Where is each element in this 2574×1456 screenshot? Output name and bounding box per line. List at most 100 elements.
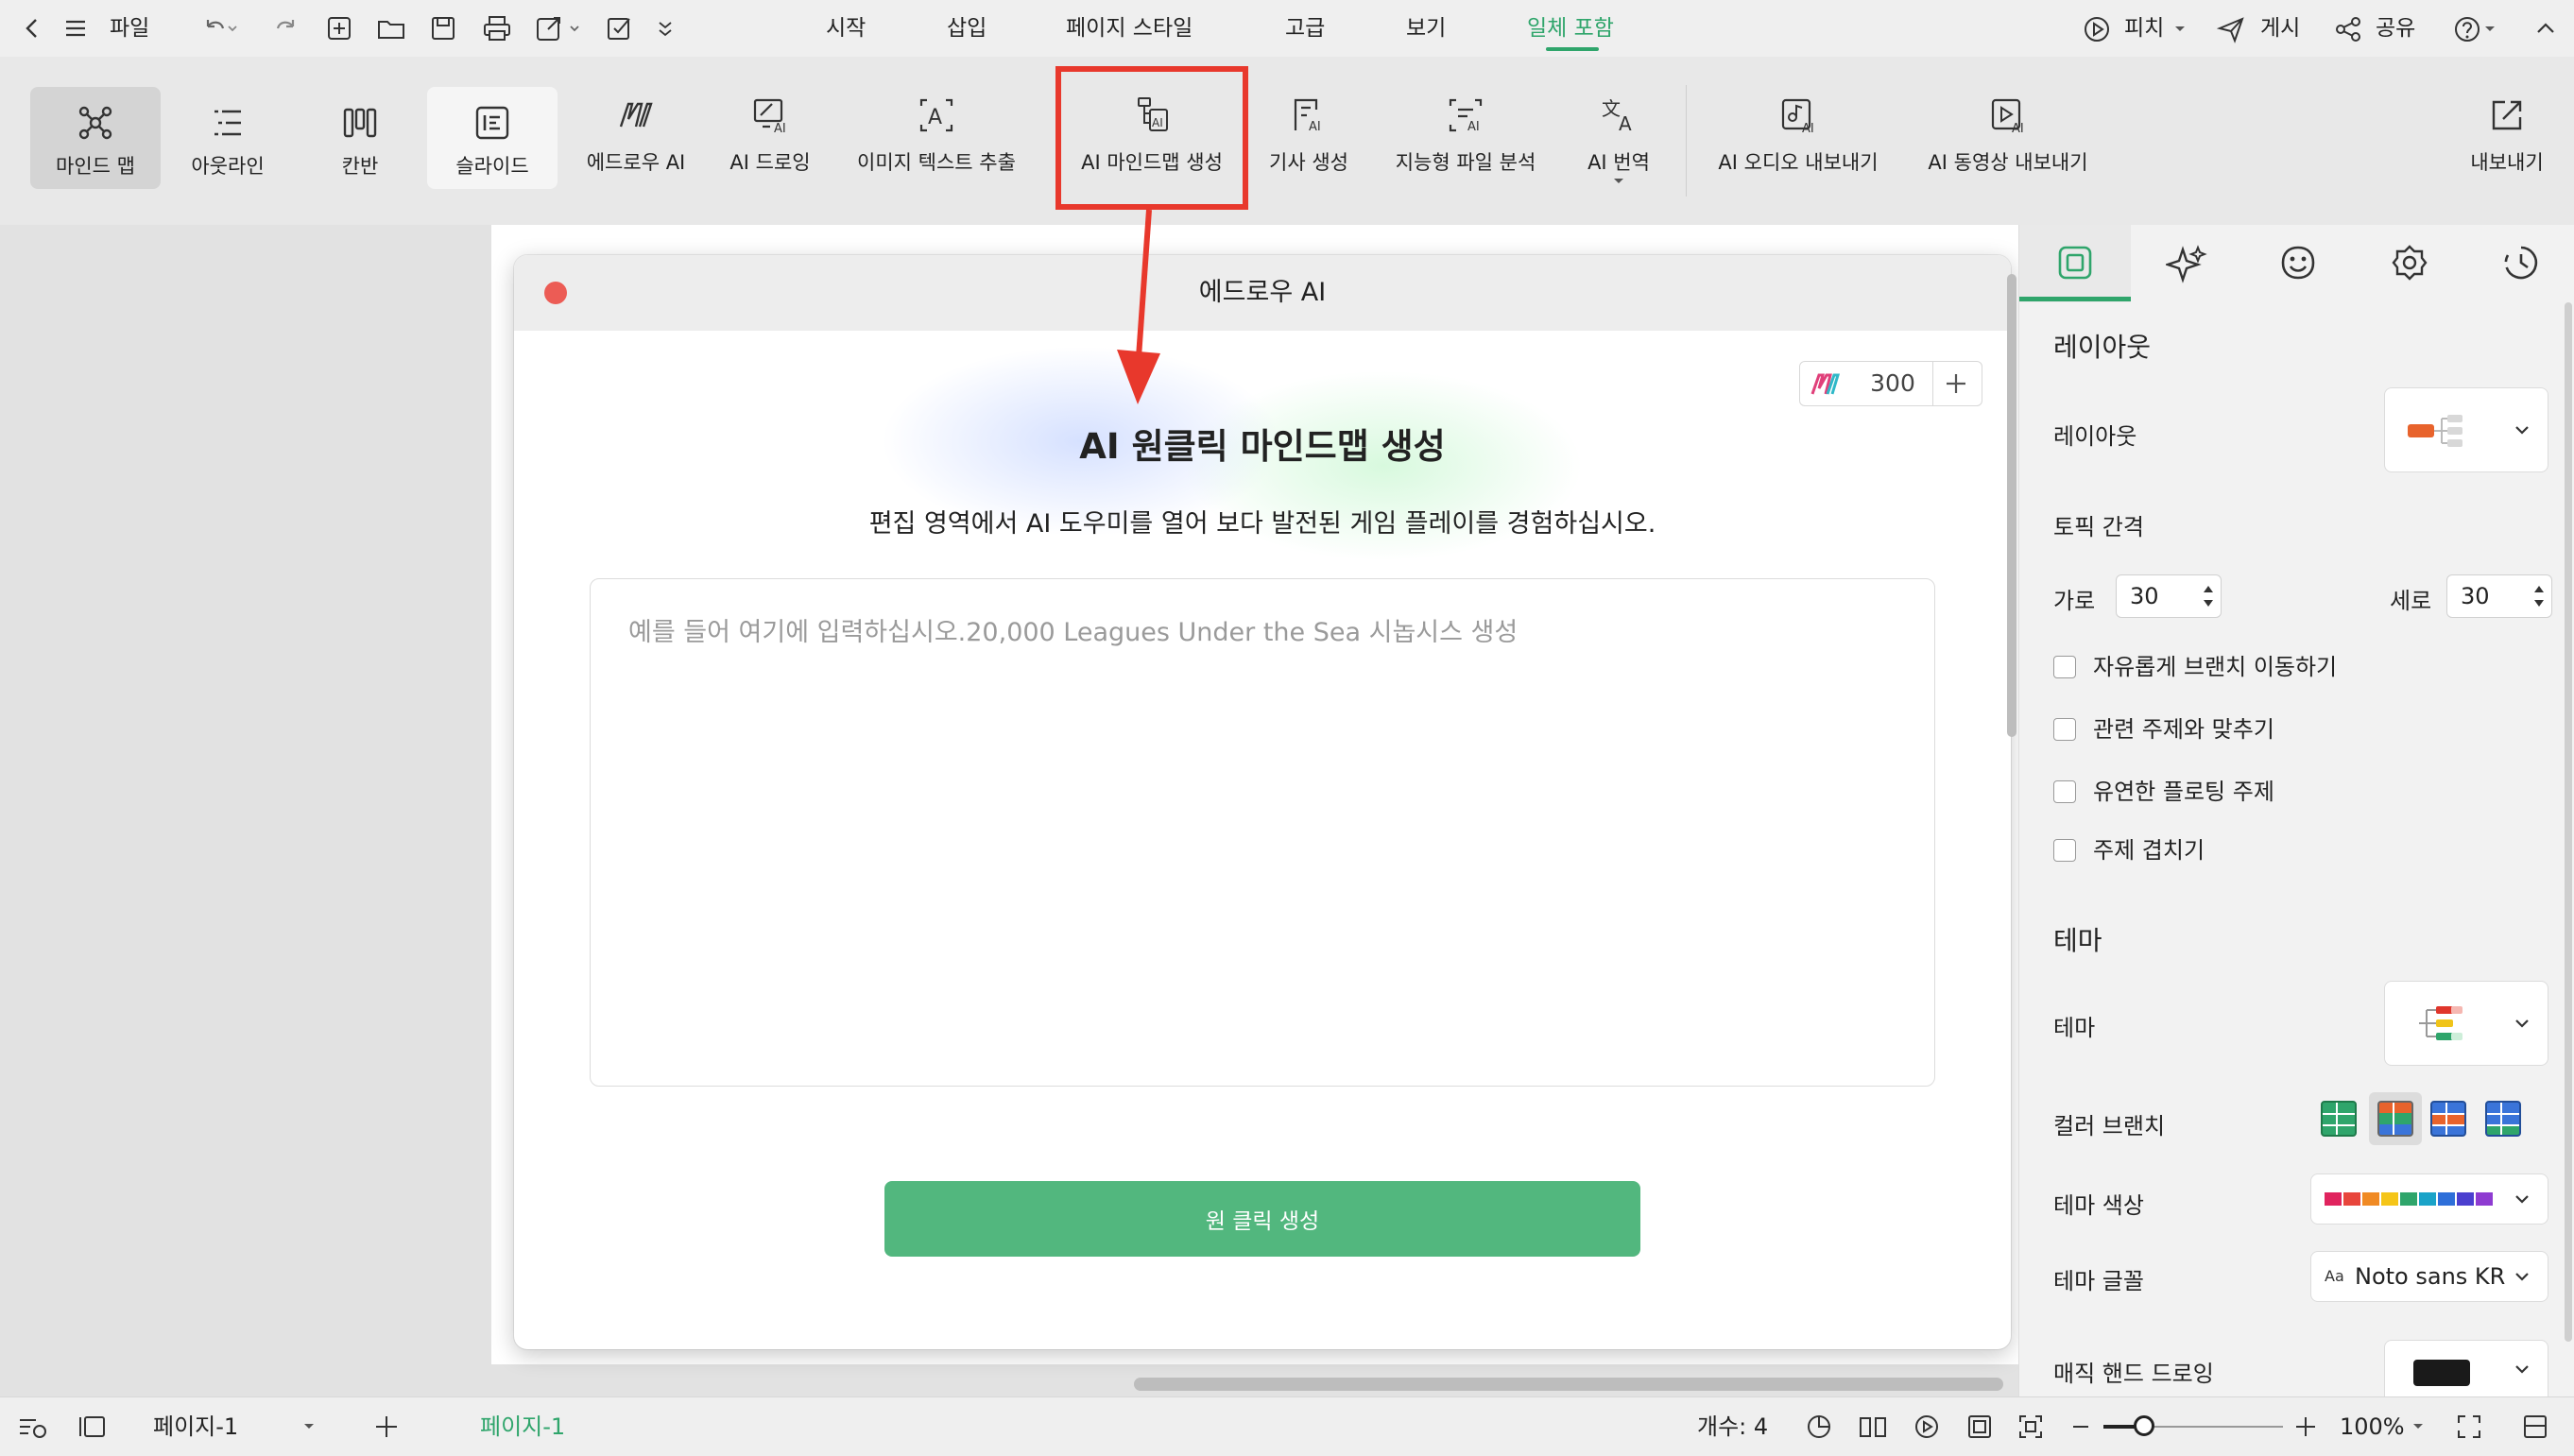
panel-toggle-icon[interactable] — [2521, 1413, 2549, 1441]
help-icon[interactable] — [2453, 15, 2498, 43]
zoom-out-icon[interactable] — [2069, 1413, 2092, 1441]
theme-swatch — [2419, 1192, 2436, 1206]
checkbox-box[interactable] — [2053, 780, 2076, 803]
add-page-icon[interactable] — [372, 1413, 401, 1441]
panel-tab-history[interactable] — [2465, 225, 2574, 302]
presentation-play-icon[interactable] — [1913, 1413, 1941, 1441]
layout-dropdown[interactable] — [2384, 387, 2548, 472]
export-button[interactable]: 내보내기 — [2464, 91, 2549, 176]
panel-tab-layout[interactable] — [2019, 225, 2131, 302]
theme-swatch — [2400, 1192, 2417, 1206]
properties-panel: 레이아웃 레이아웃 토픽 간격 가로 30 세로 30 자유롭게 브랜치 이동하… — [2018, 225, 2574, 1397]
panel-tab-theme[interactable] — [2354, 225, 2465, 302]
checkbox-box[interactable] — [2053, 718, 2076, 741]
fit-width-icon[interactable] — [2016, 1413, 2045, 1441]
checkbox-box[interactable] — [2053, 839, 2076, 862]
canvas-horizontal-scrollbar[interactable] — [1134, 1378, 2003, 1391]
export-doc-icon[interactable] — [535, 14, 584, 43]
tab-advanced[interactable]: 고급 — [1285, 0, 1325, 57]
view-outline-button[interactable]: 아웃라인 — [163, 87, 293, 189]
pitch-button[interactable]: 피치 — [2124, 0, 2164, 57]
canvas-vertical-scrollbar[interactable] — [2007, 274, 2016, 737]
clock-icon — [2502, 244, 2540, 282]
print-icon[interactable] — [482, 14, 512, 43]
redo-icon[interactable] — [274, 15, 300, 42]
open-folder-icon[interactable] — [376, 14, 406, 43]
ai-translate-button[interactable]: 文A AI 번역 — [1576, 91, 1661, 183]
view-kanban-button[interactable]: 칸반 — [295, 87, 425, 189]
file-menu[interactable]: 파일 — [110, 0, 149, 57]
new-file-icon[interactable] — [325, 14, 353, 43]
fit-page-icon[interactable] — [1965, 1413, 1994, 1441]
pitch-dropdown-icon[interactable] — [2173, 25, 2187, 34]
stepper-arrows-icon[interactable] — [2202, 581, 2215, 611]
checkbox-box[interactable] — [2053, 656, 2076, 678]
ai-video-export-button[interactable]: AI AI 동영상 내보내기 — [1928, 91, 2088, 176]
ai-credit-logo-icon — [1810, 369, 1845, 398]
view-mindmap-button[interactable]: 마인드 맵 — [30, 87, 161, 189]
zoom-slider-thumb[interactable] — [2134, 1415, 2154, 1436]
view-slide-button[interactable]: 슬라이드 — [427, 87, 558, 189]
theme-swatch — [2438, 1192, 2455, 1206]
image-text-extract-button[interactable]: A 이미지 텍스트 추출 — [857, 91, 1016, 176]
theme-dropdown[interactable] — [2384, 981, 2548, 1066]
color-branch-option-2-selected[interactable] — [2369, 1092, 2422, 1145]
panel-scrollbar[interactable] — [2565, 302, 2572, 1342]
more-chevron-icon[interactable] — [656, 17, 675, 40]
theme-color-chevron-down-icon — [2514, 1193, 2531, 1205]
zoom-dropdown-icon[interactable] — [2411, 1422, 2425, 1431]
tab-view[interactable]: 보기 — [1406, 0, 1446, 57]
menu-icon[interactable] — [62, 15, 89, 42]
ai-drawing-button[interactable]: AI AI 드로잉 — [728, 91, 813, 176]
tab-start[interactable]: 시작 — [826, 0, 866, 57]
book-view-icon[interactable] — [1858, 1413, 1888, 1441]
prompt-input[interactable] — [590, 578, 1935, 1087]
add-credits-icon[interactable] — [1942, 369, 1970, 398]
page-select-dropdown-icon[interactable] — [302, 1422, 316, 1431]
zoom-level[interactable]: 100% — [2340, 1397, 2405, 1456]
edraw-ai-button[interactable]: 에드로우 AI — [587, 91, 685, 176]
page-panel-icon[interactable] — [77, 1413, 110, 1441]
slide-icon — [473, 104, 511, 142]
magic-hand-dropdown[interactable] — [2384, 1340, 2548, 1397]
publish-button[interactable]: 게시 — [2260, 0, 2300, 57]
ai-audio-export-button[interactable]: AI AI 오디오 내보내기 — [1718, 91, 1879, 176]
undo-icon[interactable] — [200, 15, 238, 42]
theme-font-dropdown[interactable]: Aa Noto sans KR — [2310, 1251, 2548, 1302]
focus-mode-icon[interactable] — [1805, 1413, 1833, 1441]
ai-credits-box: 300 — [1799, 361, 1982, 406]
tab-insert[interactable]: 삽입 — [947, 0, 987, 57]
one-click-generate-button[interactable]: 원 클릭 생성 — [884, 1181, 1640, 1257]
collapse-ribbon-icon[interactable] — [2532, 15, 2559, 42]
horizontal-spacing-stepper[interactable]: 30 — [2116, 574, 2222, 618]
theme-chevron-down-icon — [2514, 1018, 2531, 1029]
panel-tab-ai[interactable] — [2131, 225, 2242, 302]
share-button[interactable]: 공유 — [2376, 0, 2415, 57]
theme-label: 테마 — [2053, 1015, 2096, 1041]
zoom-in-icon[interactable] — [2292, 1413, 2319, 1441]
layout-section-title: 레이아웃 — [2053, 332, 2152, 363]
stepper-arrows-icon[interactable] — [2532, 581, 2546, 611]
dialog-close-button[interactable] — [544, 282, 567, 304]
video-export-icon: AI — [1987, 94, 2029, 136]
color-branch-option-1[interactable] — [2318, 1098, 2360, 1139]
tab-page-style[interactable]: 페이지 스타일 — [1066, 0, 1193, 57]
save-icon[interactable] — [429, 14, 457, 43]
color-branch-option-4[interactable] — [2482, 1098, 2524, 1139]
theme-color-dropdown[interactable] — [2310, 1173, 2548, 1225]
view-slide-label: 슬라이드 — [455, 155, 529, 178]
vertical-spacing-stepper[interactable]: 30 — [2446, 574, 2552, 618]
smart-file-analysis-button[interactable]: AI 지능형 파일 분석 — [1396, 91, 1536, 176]
task-check-icon[interactable] — [605, 14, 633, 43]
page-tab-1[interactable]: 페이지-1 — [480, 1397, 565, 1456]
checkbox-label: 주제 겹치기 — [2093, 837, 2205, 864]
article-generate-button[interactable]: AI 기사 생성 — [1266, 91, 1351, 176]
page-settings-icon[interactable] — [17, 1413, 49, 1441]
ai-video-export-label: AI 동영상 내보내기 — [1928, 151, 2088, 174]
fullscreen-icon[interactable] — [2455, 1413, 2483, 1441]
page-select[interactable]: 페이지-1 — [153, 1397, 238, 1456]
color-branch-option-3[interactable] — [2428, 1098, 2469, 1139]
back-icon[interactable] — [19, 15, 45, 42]
translate-dropdown-icon[interactable] — [1613, 178, 1624, 185]
panel-tab-emoji[interactable] — [2242, 225, 2354, 302]
